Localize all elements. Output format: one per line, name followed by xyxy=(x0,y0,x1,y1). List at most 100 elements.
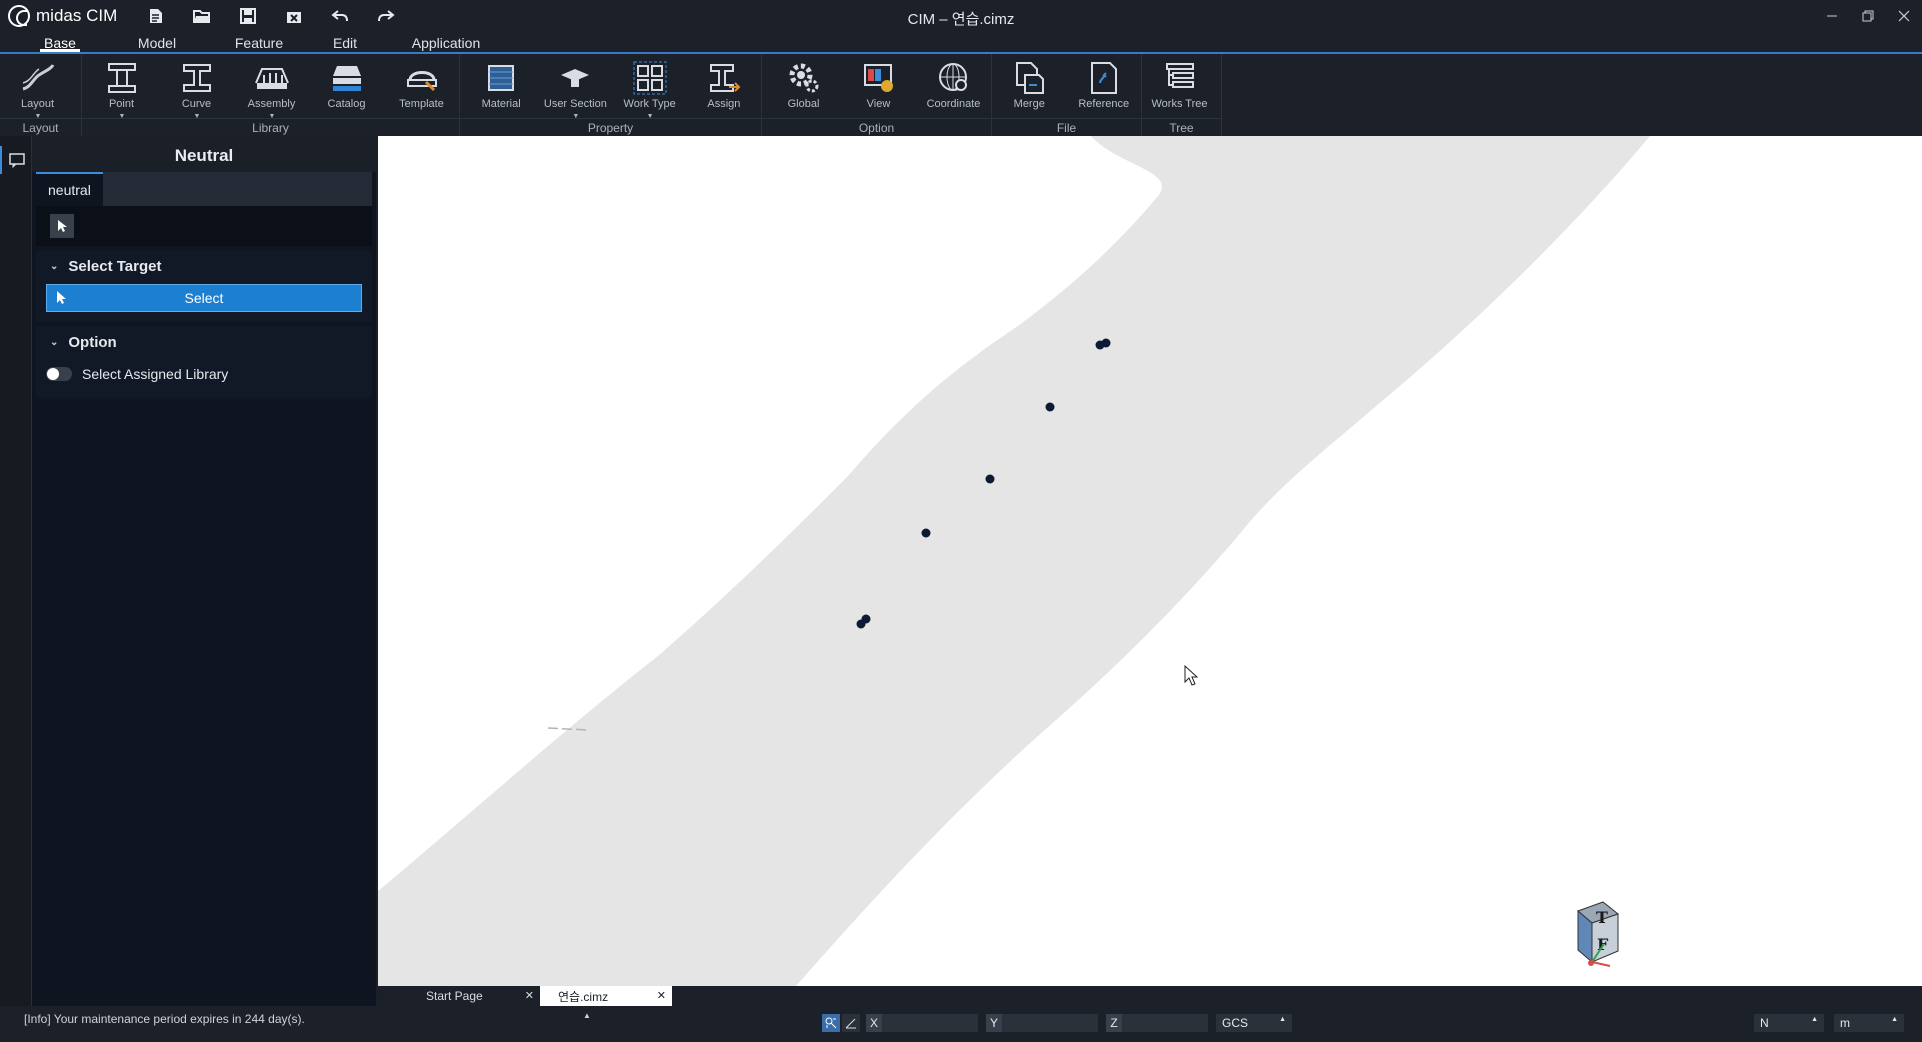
snap-icon[interactable] xyxy=(822,1014,840,1032)
z-label: Z xyxy=(1106,1014,1122,1032)
group-label-tree: Tree xyxy=(1142,118,1221,136)
user-section-button[interactable]: User Section ▼ xyxy=(538,54,612,120)
ribbon-group-layout: Layout ▼ Layout xyxy=(0,54,82,136)
close-icon[interactable] xyxy=(1886,0,1922,32)
tab-feature[interactable]: Feature xyxy=(234,32,284,52)
ribbon-group-option: Global View Coordinate Option xyxy=(762,54,992,136)
curve-label: Curve xyxy=(181,98,212,110)
works-tree-button[interactable]: Works Tree xyxy=(1142,54,1217,118)
tab-model[interactable]: Model xyxy=(136,32,178,52)
angle-icon[interactable] xyxy=(842,1014,860,1032)
point-marker[interactable] xyxy=(985,474,995,484)
assembly-label: Assembly xyxy=(247,98,296,110)
work-type-icon xyxy=(631,60,669,96)
panel-tabs: neutral xyxy=(36,172,372,206)
tab-edit[interactable]: Edit xyxy=(330,32,360,52)
works-tree-icon xyxy=(1161,60,1199,96)
doc-tab-current-file[interactable]: 연습.cimz ✕ xyxy=(540,986,672,1006)
select-assigned-library-label: Select Assigned Library xyxy=(82,366,229,382)
point-marker[interactable] xyxy=(921,528,931,538)
mouse-cursor-icon xyxy=(1184,664,1199,686)
doc-tab-start-page[interactable]: Start Page ✕ xyxy=(408,986,540,1006)
close-icon[interactable]: ✕ xyxy=(657,989,666,1002)
catalog-button[interactable]: Catalog xyxy=(309,54,384,118)
app-logo: midas CIM xyxy=(8,5,117,27)
z-coordinate-field[interactable] xyxy=(1122,1014,1208,1032)
undo-icon[interactable] xyxy=(317,0,363,32)
reference-button[interactable]: Reference xyxy=(1067,54,1142,118)
pointer-tool-button[interactable] xyxy=(50,214,74,238)
curve-button[interactable]: Curve ▼ xyxy=(159,54,234,120)
template-button[interactable]: Template xyxy=(384,54,459,118)
point-marker[interactable] xyxy=(1101,338,1111,348)
side-strip xyxy=(0,136,32,1006)
point-label: Point xyxy=(108,98,135,110)
ribbon-group-file: Merge Reference File xyxy=(992,54,1142,136)
force-unit-select[interactable]: N ▲ xyxy=(1754,1014,1824,1032)
panel-toolbar xyxy=(36,206,372,246)
app-window: midas CIM CIM – 연습.cimz Base Model Featu… xyxy=(0,0,1922,1042)
coordinate-system-select[interactable]: GCS ▲ xyxy=(1216,1014,1292,1032)
view-button[interactable]: View xyxy=(841,54,916,118)
work-type-button[interactable]: Work Type ▼ xyxy=(613,54,687,120)
tab-neutral[interactable]: neutral xyxy=(36,172,103,206)
merge-button[interactable]: Merge xyxy=(992,54,1067,118)
assembly-button[interactable]: Assembly ▼ xyxy=(234,54,309,120)
y-coordinate-field[interactable] xyxy=(1002,1014,1098,1032)
length-unit-select[interactable]: m ▲ xyxy=(1834,1014,1904,1032)
tab-application[interactable]: Application xyxy=(410,32,482,52)
close-file-icon[interactable] xyxy=(271,0,317,32)
coordinate-label: Coordinate xyxy=(926,98,981,110)
pointer-icon xyxy=(55,290,67,311)
road-corridor xyxy=(378,136,1650,986)
reference-icon xyxy=(1085,60,1123,96)
global-label: Global xyxy=(787,98,820,110)
restore-icon[interactable] xyxy=(1850,0,1886,32)
minimize-icon[interactable] xyxy=(1814,0,1850,32)
coordinate-input-bar: X Y Z GCS ▲ xyxy=(822,1014,1292,1032)
material-button[interactable]: Material xyxy=(464,54,538,118)
close-icon[interactable]: ✕ xyxy=(525,989,534,1002)
option-header[interactable]: ⌄ Option xyxy=(36,326,372,358)
save-icon[interactable] xyxy=(225,0,271,32)
select-assigned-library-toggle[interactable] xyxy=(46,367,72,381)
y-label: Y xyxy=(986,1014,1002,1032)
open-folder-icon[interactable] xyxy=(179,0,225,32)
curve-icon xyxy=(178,60,216,96)
select-target-header[interactable]: ⌄ Select Target xyxy=(36,250,372,282)
chevron-up-icon[interactable]: ▲ xyxy=(583,1011,591,1020)
assign-button[interactable]: Assign xyxy=(687,54,761,118)
reference-label: Reference xyxy=(1078,98,1130,110)
ribbon-group-tree: Works Tree Tree xyxy=(1142,54,1222,136)
x-coordinate-field[interactable] xyxy=(882,1014,978,1032)
layout-button[interactable]: Layout ▼ xyxy=(0,54,75,120)
global-button[interactable]: Global xyxy=(766,54,841,118)
view-cube-gizmo[interactable]: T F xyxy=(1577,901,1620,967)
new-file-icon[interactable] xyxy=(133,0,179,32)
doc-tab-label: 연습.cimz xyxy=(558,989,609,1004)
doc-tab-label: Start Page xyxy=(426,989,483,1003)
model-viewport[interactable]: T F xyxy=(378,136,1922,986)
point-marker[interactable] xyxy=(861,614,871,624)
catalog-label: Catalog xyxy=(327,98,366,110)
length-unit-value: m xyxy=(1840,1016,1850,1030)
coordinate-button[interactable]: Coordinate xyxy=(916,54,991,118)
ribbon-group-property: Material User Section ▼ Work Type ▼ Assi… xyxy=(460,54,762,136)
select-assigned-library-row: Select Assigned Library xyxy=(46,360,362,388)
panel-toggle-icon[interactable] xyxy=(0,146,32,174)
group-label-layout: Layout xyxy=(0,118,81,136)
point-marker[interactable] xyxy=(1045,402,1055,412)
ribbon-group-library: Point ▼ Curve ▼ Assembly ▼ Catalog Templ… xyxy=(82,54,460,136)
point-button[interactable]: Point ▼ xyxy=(84,54,159,120)
chevron-up-icon: ▲ xyxy=(1811,1016,1818,1023)
midas-logo-icon xyxy=(8,5,30,27)
tab-base[interactable]: Base xyxy=(40,32,80,52)
redo-icon[interactable] xyxy=(363,0,409,32)
menu-bar: Base Model Feature Edit Application xyxy=(0,32,1922,54)
select-button[interactable]: Select xyxy=(46,284,362,312)
force-unit-value: N xyxy=(1760,1016,1769,1030)
group-label-property: Property xyxy=(460,118,761,136)
material-label: Material xyxy=(481,98,521,110)
ribbon: Layout ▼ Layout Point ▼ Curve ▼ Assembly… xyxy=(0,54,1922,136)
merge-label: Merge xyxy=(1013,98,1045,110)
